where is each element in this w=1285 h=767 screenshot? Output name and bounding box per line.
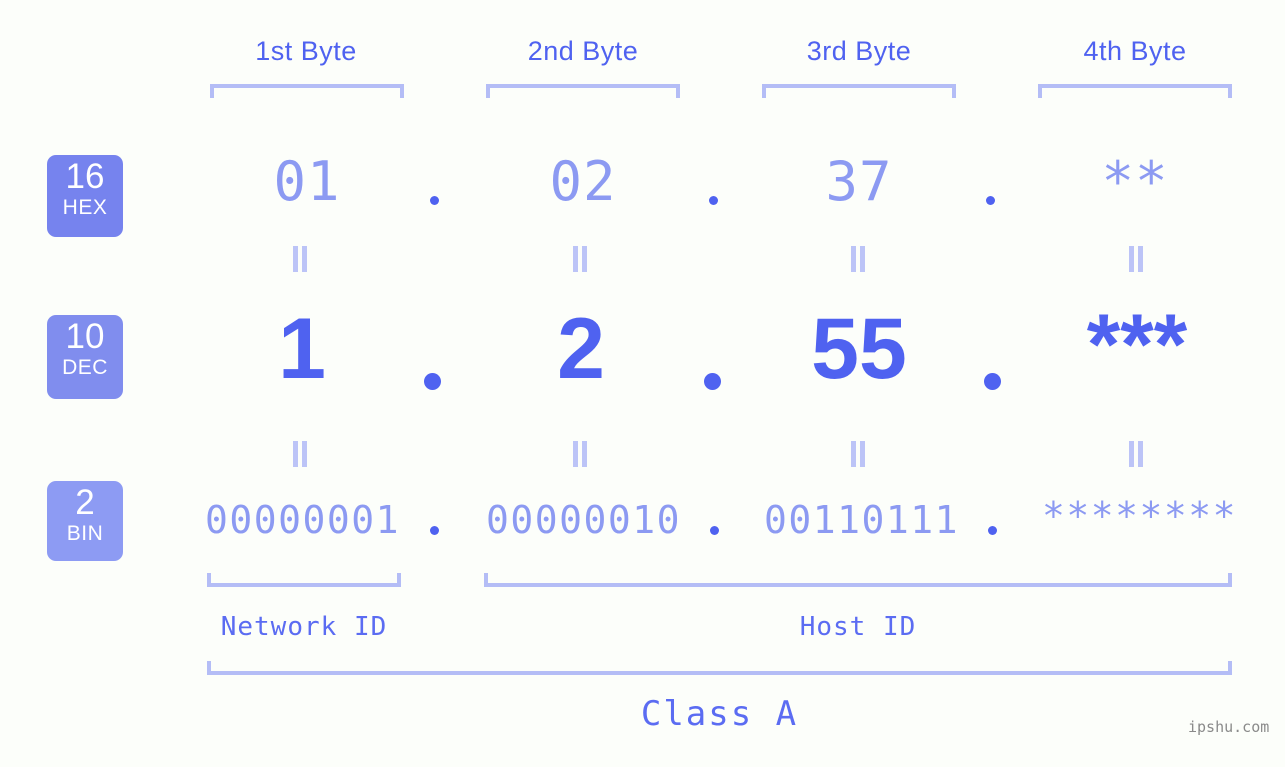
- equals-icon-dec-bin-2: [570, 441, 590, 467]
- bin-separator-2: [710, 526, 719, 535]
- hex-byte-2: 02: [549, 150, 617, 213]
- site-watermark: ipshu.com: [1188, 718, 1270, 736]
- ip-address-breakdown-diagram: 1st Byte 2nd Byte 3rd Byte 4th Byte 16 H…: [0, 0, 1285, 767]
- radix-badge-bin: 2 BIN: [47, 481, 123, 561]
- radix-badge-bin-number: 2: [75, 483, 95, 522]
- byte-bracket-2: [486, 84, 680, 98]
- hex-byte-4: **: [1101, 150, 1169, 213]
- equals-icon-dec-bin-1: [290, 441, 310, 467]
- equals-icon-hex-dec-1: [290, 246, 310, 272]
- byte-bracket-4: [1038, 84, 1232, 98]
- equals-icon-dec-bin-3: [848, 441, 868, 467]
- byte-bracket-1: [210, 84, 404, 98]
- dec-separator-2: [704, 373, 721, 390]
- dec-byte-4: ***: [1086, 297, 1188, 393]
- bin-byte-4: ********: [1041, 494, 1238, 538]
- bin-separator-1: [430, 526, 439, 535]
- dec-byte-2: 2: [557, 301, 605, 397]
- network-id-label: Network ID: [220, 612, 388, 642]
- bin-byte-3: 00110111: [763, 498, 960, 542]
- hex-byte-1: 01: [273, 150, 341, 213]
- dec-byte-1: 1: [278, 301, 326, 397]
- dec-byte-3: 55: [811, 301, 907, 397]
- radix-badge-dec: 10 DEC: [47, 315, 123, 399]
- byte-header-2: 2nd Byte: [527, 36, 639, 66]
- hex-separator-1: [430, 196, 439, 205]
- bin-separator-3: [988, 526, 997, 535]
- radix-badge-dec-name: DEC: [62, 356, 108, 379]
- byte-bracket-3: [762, 84, 956, 98]
- hex-byte-3: 37: [825, 150, 893, 213]
- hex-separator-2: [709, 196, 718, 205]
- bin-byte-1: 00000001: [204, 498, 401, 542]
- byte-header-4: 4th Byte: [1083, 36, 1187, 66]
- class-bracket: [207, 661, 1232, 675]
- hex-separator-3: [986, 196, 995, 205]
- dec-separator-3: [984, 373, 1001, 390]
- equals-icon-hex-dec-4: [1126, 246, 1146, 272]
- radix-badge-hex-name: HEX: [62, 196, 108, 219]
- network-id-bracket: [207, 573, 401, 587]
- bin-byte-2: 00000010: [485, 498, 682, 542]
- dec-separator-1: [424, 373, 441, 390]
- radix-badge-bin-name: BIN: [66, 522, 104, 545]
- host-id-bracket: [484, 573, 1232, 587]
- equals-icon-hex-dec-3: [848, 246, 868, 272]
- byte-header-3: 3rd Byte: [806, 36, 912, 66]
- radix-badge-hex: 16 HEX: [47, 155, 123, 237]
- equals-icon-dec-bin-4: [1126, 441, 1146, 467]
- equals-icon-hex-dec-2: [570, 246, 590, 272]
- radix-badge-dec-number: 10: [65, 317, 105, 356]
- host-id-label: Host ID: [799, 612, 917, 642]
- radix-badge-hex-number: 16: [65, 157, 105, 196]
- class-label: Class A: [640, 694, 799, 734]
- byte-header-1: 1st Byte: [255, 36, 357, 66]
